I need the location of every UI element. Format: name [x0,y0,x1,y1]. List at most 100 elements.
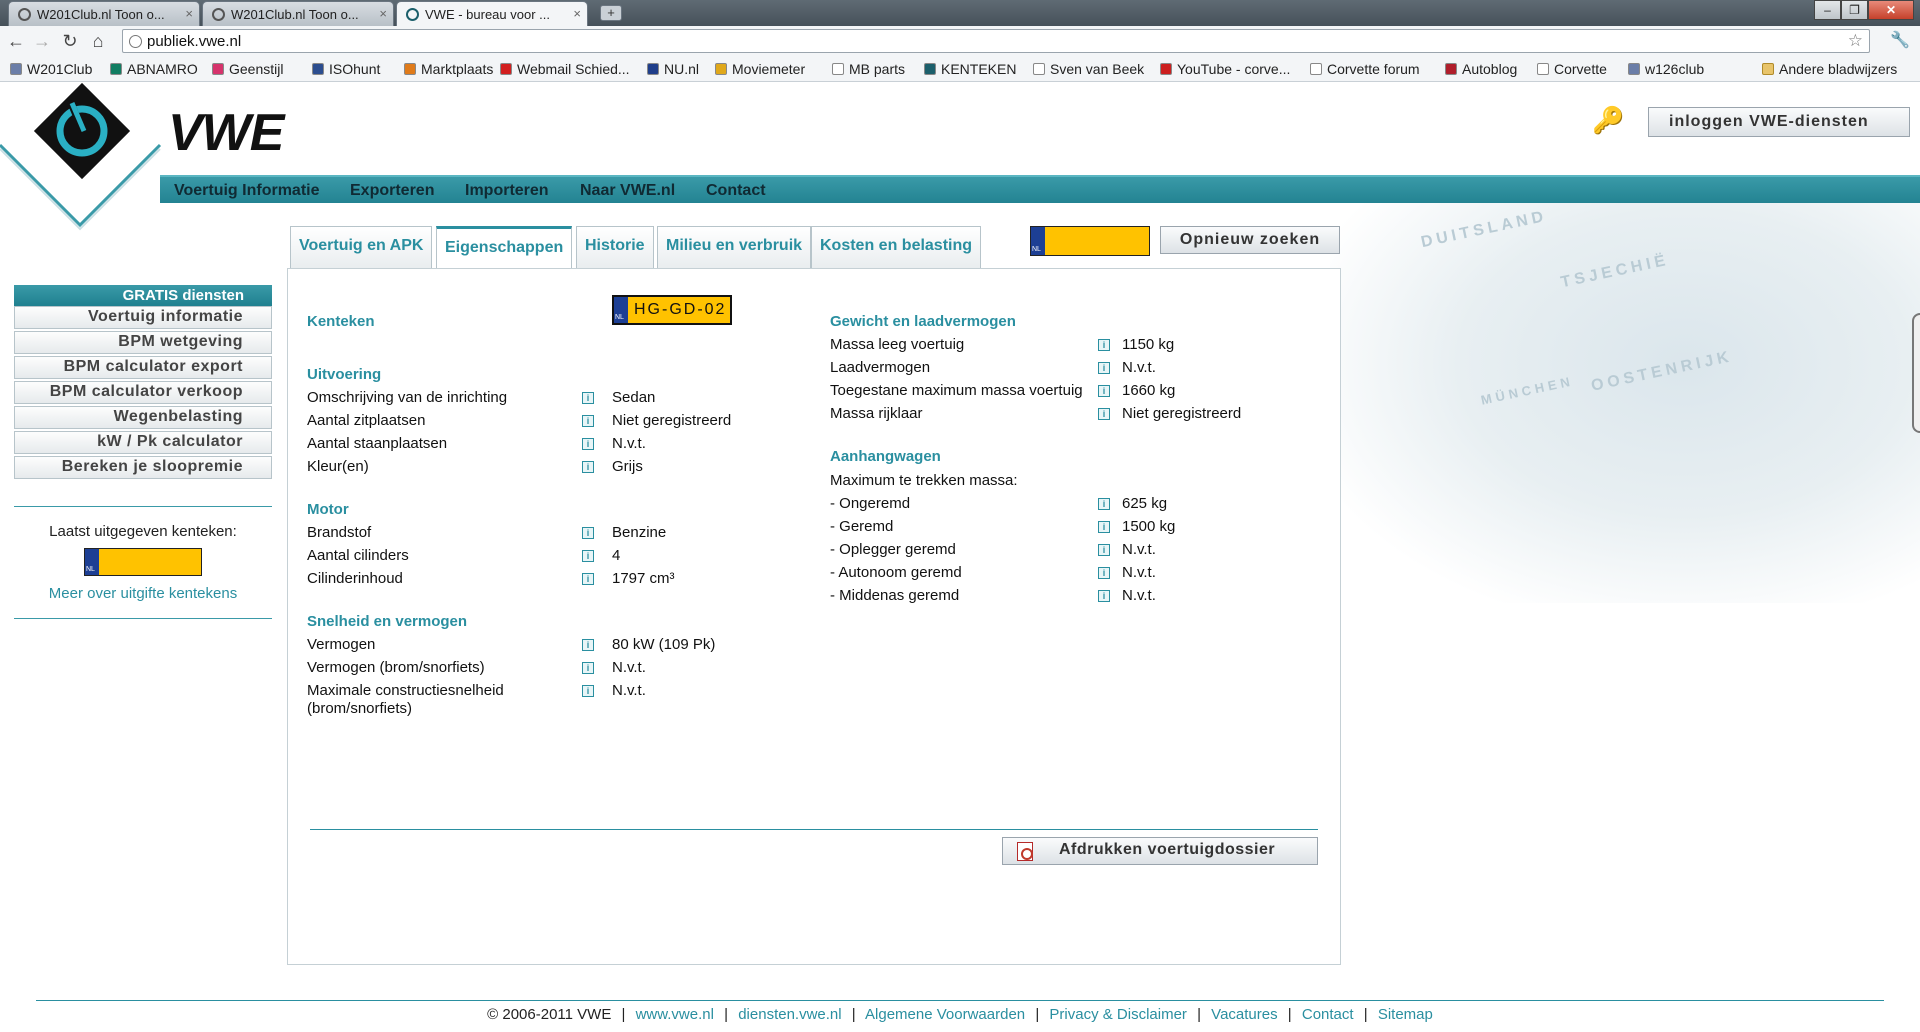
plate-search-input[interactable]: NL [1030,226,1150,256]
info-icon[interactable]: i [1098,567,1110,579]
bookmark-favicon-icon [312,63,324,75]
eu-flag-icon: NL [85,549,99,575]
eu-flag-icon: NL [1031,227,1045,255]
close-icon[interactable]: × [573,6,581,21]
new-tab-button[interactable]: + [600,5,622,21]
last-issued-plate: NL [84,548,202,576]
sidebar-item-wegenbelasting[interactable]: Wegenbelasting [14,406,272,429]
footer-link-contact[interactable]: Contact [1302,1006,1354,1023]
bookmark-favicon-icon [715,63,727,75]
property-value: 1797 cm³ [612,570,675,587]
info-icon[interactable]: i [582,685,594,697]
bookmark-favicon-icon [924,63,936,75]
bookmark-item[interactable]: KENTEKEN [924,61,1016,77]
site-favicon-icon [406,8,419,21]
footer-link-privacy[interactable]: Privacy & Disclaimer [1049,1006,1187,1023]
property-label: Cilinderinhoud [307,570,403,587]
back-arrow-icon[interactable]: ← [6,31,26,51]
info-icon[interactable]: i [1098,521,1110,533]
home-icon[interactable]: ⌂ [88,31,108,51]
info-icon[interactable]: i [582,392,594,404]
other-bookmarks[interactable]: Andere bladwijzers [1762,61,1897,77]
info-icon[interactable]: i [582,438,594,450]
address-bar[interactable]: publiek.vwe.nl ☆ [122,29,1870,53]
bookmark-item[interactable]: YouTube - corve... [1160,61,1290,77]
forward-arrow-icon[interactable]: → [32,31,52,51]
more-plates-link[interactable]: Meer over uitgifte kentekens [14,585,272,602]
property-label: - Oplegger geremd [830,541,956,558]
reload-icon[interactable]: ↻ [60,31,80,51]
browser-tab-1[interactable]: W201Club.nl Toon o... × [8,1,200,26]
minimize-icon[interactable]: – [1814,0,1841,20]
tab-eigenschappen[interactable]: Eigenschappen [436,226,573,272]
bookmark-item[interactable]: Webmail Schied... [500,61,630,77]
bookmark-item[interactable]: Corvette forum [1310,61,1420,77]
bookmark-item[interactable]: W201Club [10,61,92,77]
property-value: Niet geregistreerd [612,412,732,429]
vwe-logo[interactable] [0,83,170,258]
nav-voertuig-informatie[interactable]: Voertuig Informatie [174,182,320,200]
close-window-icon[interactable]: ✕ [1868,0,1914,20]
sidebar-header: GRATIS diensten [14,285,272,307]
tab-voertuig-apk[interactable]: Voertuig en APK [290,226,433,268]
tab-kosten-belasting[interactable]: Kosten en belasting [811,226,982,268]
info-icon[interactable]: i [582,573,594,585]
sidebar-item-bpm-calculator-export[interactable]: BPM calculator export [14,356,272,379]
plate-field[interactable]: NL [1030,226,1150,256]
footer-link-voorwaarden[interactable]: Algemene Voorwaarden [865,1006,1025,1023]
info-icon[interactable]: i [582,662,594,674]
wrench-icon[interactable]: 🔧 [1890,30,1910,50]
bookmark-item[interactable]: ABNAMRO [110,61,198,77]
bookmark-item[interactable]: Marktplaats [404,61,493,77]
nav-naar-vwe[interactable]: Naar VWE.nl [580,182,675,200]
bookmark-item[interactable]: w126club [1628,61,1704,77]
sidebar-item-sloopremie[interactable]: Bereken je sloopremie [14,456,272,479]
sidebar-item-voertuig-informatie[interactable]: Voertuig informatie [14,306,272,329]
page-scroll-tab[interactable] [1912,313,1920,433]
info-icon[interactable]: i [1098,385,1110,397]
bookmark-item[interactable]: Geenstijl [212,61,283,77]
bookmark-item[interactable]: Moviemeter [715,61,805,77]
tab-historie[interactable]: Historie [576,226,654,268]
bookmark-item[interactable]: ISOhunt [312,61,380,77]
sidebar-item-bpm-wetgeving[interactable]: BPM wetgeving [14,331,272,354]
bookmark-item[interactable]: Autoblog [1445,61,1517,77]
bookmark-star-icon[interactable]: ☆ [1848,31,1863,51]
close-icon[interactable]: × [185,6,193,21]
footer-link-vacatures[interactable]: Vacatures [1211,1006,1277,1023]
close-icon[interactable]: × [379,6,387,21]
browser-tab-3[interactable]: VWE - bureau voor ... × [396,1,588,26]
bookmark-item[interactable]: MB parts [832,61,905,77]
info-icon[interactable]: i [582,550,594,562]
info-icon[interactable]: i [582,639,594,651]
sidebar-item-kw-pk-calculator[interactable]: kW / Pk calculator [14,431,272,454]
sidebar-item-bpm-calculator-verkoop[interactable]: BPM calculator verkoop [14,381,272,404]
nav-contact[interactable]: Contact [706,182,766,200]
kenteken-label: Kenteken [307,313,375,330]
search-again-button[interactable]: Opnieuw zoeken [1160,226,1340,254]
url-text[interactable]: publiek.vwe.nl [147,33,241,50]
footer-link-diensten[interactable]: diensten.vwe.nl [738,1006,841,1023]
info-icon[interactable]: i [1098,544,1110,556]
info-icon[interactable]: i [582,461,594,473]
footer-link-vwe[interactable]: www.vwe.nl [636,1006,714,1023]
info-icon[interactable]: i [582,415,594,427]
bookmark-item[interactable]: NU.nl [647,61,699,77]
browser-tab-2[interactable]: W201Club.nl Toon o... × [202,1,394,26]
nav-importeren[interactable]: Importeren [465,182,549,200]
bookmark-item[interactable]: Sven van Beek [1033,61,1144,77]
nav-exporteren[interactable]: Exporteren [350,182,434,200]
property-label: Massa leeg voertuig [830,336,965,353]
bookmark-item[interactable]: Corvette [1537,61,1607,77]
footer-link-sitemap[interactable]: Sitemap [1378,1006,1433,1023]
tab-milieu-verbruik[interactable]: Milieu en verbruik [657,226,812,268]
info-icon[interactable]: i [1098,408,1110,420]
info-icon[interactable]: i [1098,498,1110,510]
maximize-icon[interactable]: ❐ [1841,0,1868,20]
info-icon[interactable]: i [582,527,594,539]
bookmark-favicon-icon [500,63,512,75]
print-dossier-button[interactable]: Afdrukken voertuigdossier [1002,837,1318,865]
info-icon[interactable]: i [1098,362,1110,374]
info-icon[interactable]: i [1098,590,1110,602]
info-icon[interactable]: i [1098,339,1110,351]
